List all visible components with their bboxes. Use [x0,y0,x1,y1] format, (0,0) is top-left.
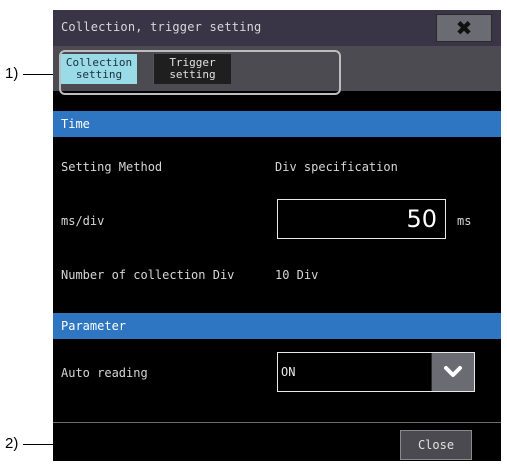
section-header-parameter: Parameter [53,313,501,339]
setting-method-value: Div specification [275,160,398,174]
ms-div-unit: ms [457,214,472,228]
setting-method-label: Setting Method [61,160,163,174]
auto-reading-select[interactable]: ON [277,352,475,392]
footer-divider [53,422,501,423]
section-header-time: Time [53,111,501,137]
dropdown-button[interactable] [431,353,474,391]
title-bar: Collection, trigger setting ✖ [53,10,501,46]
callout-2-label: 2) [5,435,19,452]
collection-div-label: Number of collection Div [61,268,235,282]
collection-div-value: 10 Div [275,268,319,282]
chevron-down-icon [444,366,462,377]
auto-reading-label: Auto reading [61,366,148,380]
close-button[interactable]: Close [400,430,472,460]
auto-reading-value: ON [281,365,296,379]
dialog-title: Collection, trigger setting [61,20,262,34]
ms-div-input[interactable]: 50 [277,199,446,239]
callout-1-label: 1) [5,65,19,82]
ms-div-label: ms/div [61,214,105,228]
tabs-highlight-frame [59,50,341,95]
close-icon[interactable]: ✖ [436,14,492,42]
